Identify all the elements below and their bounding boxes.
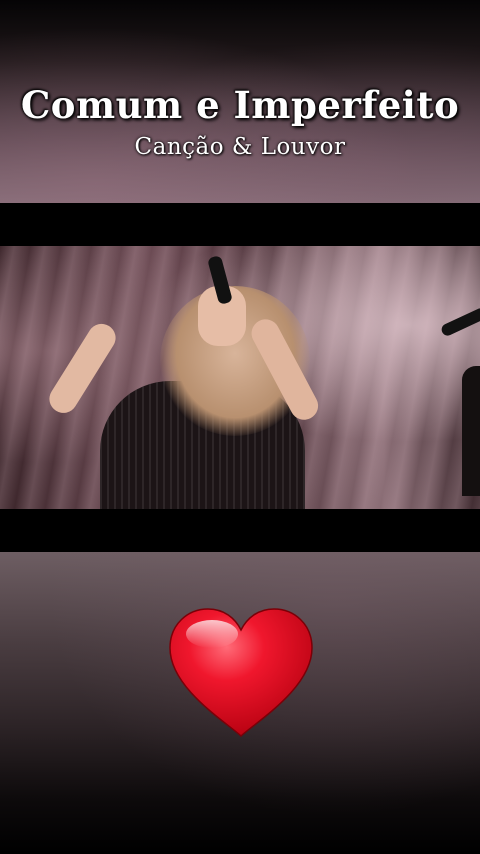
second-microphone [439, 306, 480, 338]
song-title: Comum e Imperfeito [20, 83, 460, 127]
background-performer [462, 366, 480, 496]
heart-icon [166, 606, 316, 740]
song-subtitle: Canção & Louvor [134, 134, 346, 160]
letterbox-bar-top [0, 203, 480, 246]
video-screen[interactable]: Comum e Imperfeito Canção & Louvor [0, 0, 480, 854]
singer-arm-left [44, 318, 121, 419]
letterbox-bar-bottom [0, 509, 480, 553]
video-frame[interactable] [0, 246, 480, 509]
